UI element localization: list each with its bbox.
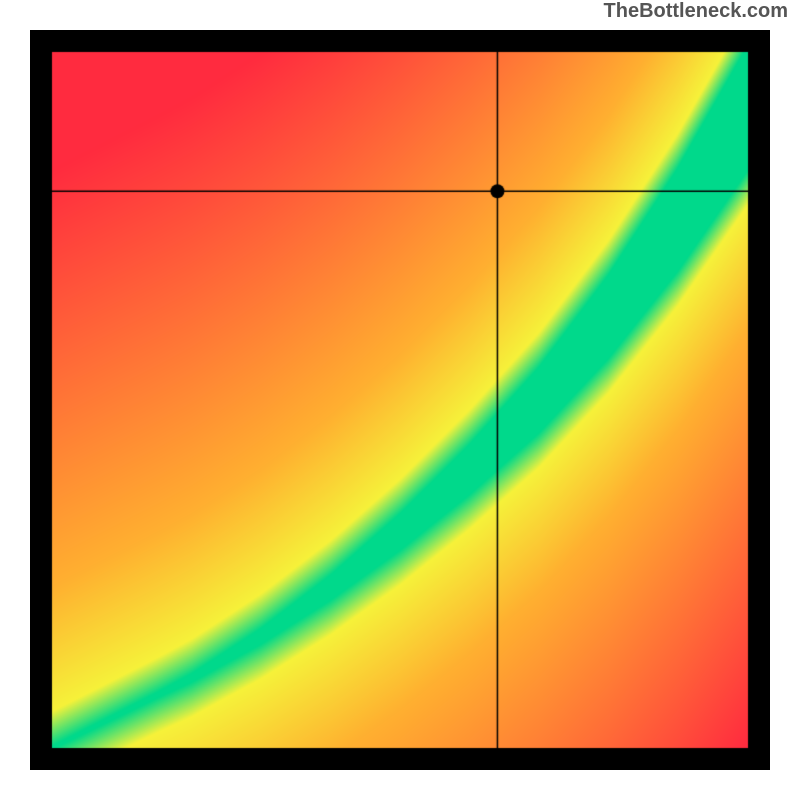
chart-container: TheBottleneck.com <box>0 0 800 800</box>
bottleneck-heatmap <box>30 30 770 770</box>
attribution-text: TheBottleneck.com <box>604 0 788 23</box>
